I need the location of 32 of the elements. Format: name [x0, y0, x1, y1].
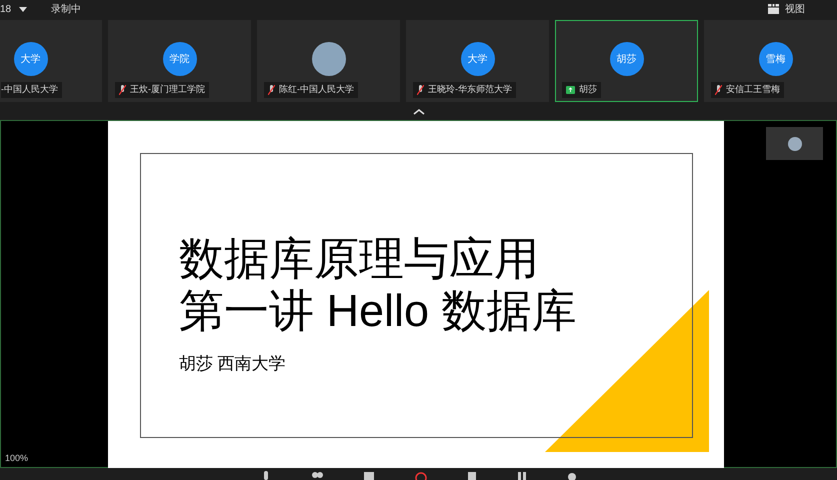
- participant-name: 王炊-厦门理工学院: [130, 83, 205, 96]
- participant-tile[interactable]: 胡莎 胡莎: [555, 20, 698, 102]
- avatar-icon: [788, 136, 802, 150]
- avatar-initials: 大学: [460, 42, 494, 76]
- avatar-initials: 胡莎: [610, 42, 644, 76]
- grid-icon[interactable]: [516, 471, 526, 480]
- zoom-level[interactable]: 100%: [5, 452, 28, 465]
- participant-name: 王晓玲-华东师范大学: [428, 83, 512, 96]
- recording-status: 录制中: [51, 2, 82, 16]
- slide-title: 数据库原理与应用: [179, 233, 540, 285]
- video-thumbnail[interactable]: [766, 127, 823, 160]
- participant-name: 安信工王雪梅: [726, 83, 780, 96]
- slide-subtitle: 胡莎 西南大学: [179, 352, 287, 374]
- view-button[interactable]: 视图: [768, 2, 805, 16]
- avatar-initials: 雪梅: [758, 42, 792, 76]
- meeting-time: 18: [0, 2, 12, 16]
- chevron-up-icon[interactable]: [412, 109, 424, 115]
- avatar-initials: 学院: [162, 42, 196, 76]
- participant-name: -中国人民大学: [1, 83, 58, 96]
- participant-tile[interactable]: 学院 王炊-厦门理工学院: [108, 20, 251, 102]
- slide-title: 第一讲 Hello 数据库: [179, 284, 577, 336]
- caret-icon[interactable]: [19, 6, 28, 12]
- participant-name: 胡莎: [579, 83, 597, 96]
- participant-tile[interactable]: 雪梅 安信工王雪梅: [704, 20, 837, 102]
- participant-tile[interactable]: 大学 -中国人民大学: [0, 20, 102, 102]
- participant-tile[interactable]: 陈红-中国人民大学: [257, 20, 400, 102]
- photo-placeholder: [312, 42, 346, 76]
- grid-icon: [768, 4, 779, 14]
- participant-name: 陈红-中国人民大学: [279, 83, 354, 96]
- participant-tile[interactable]: 大学 王晓玲-华东师范大学: [406, 20, 549, 102]
- avatar-initials: 大学: [14, 42, 48, 76]
- record-icon[interactable]: [414, 471, 426, 480]
